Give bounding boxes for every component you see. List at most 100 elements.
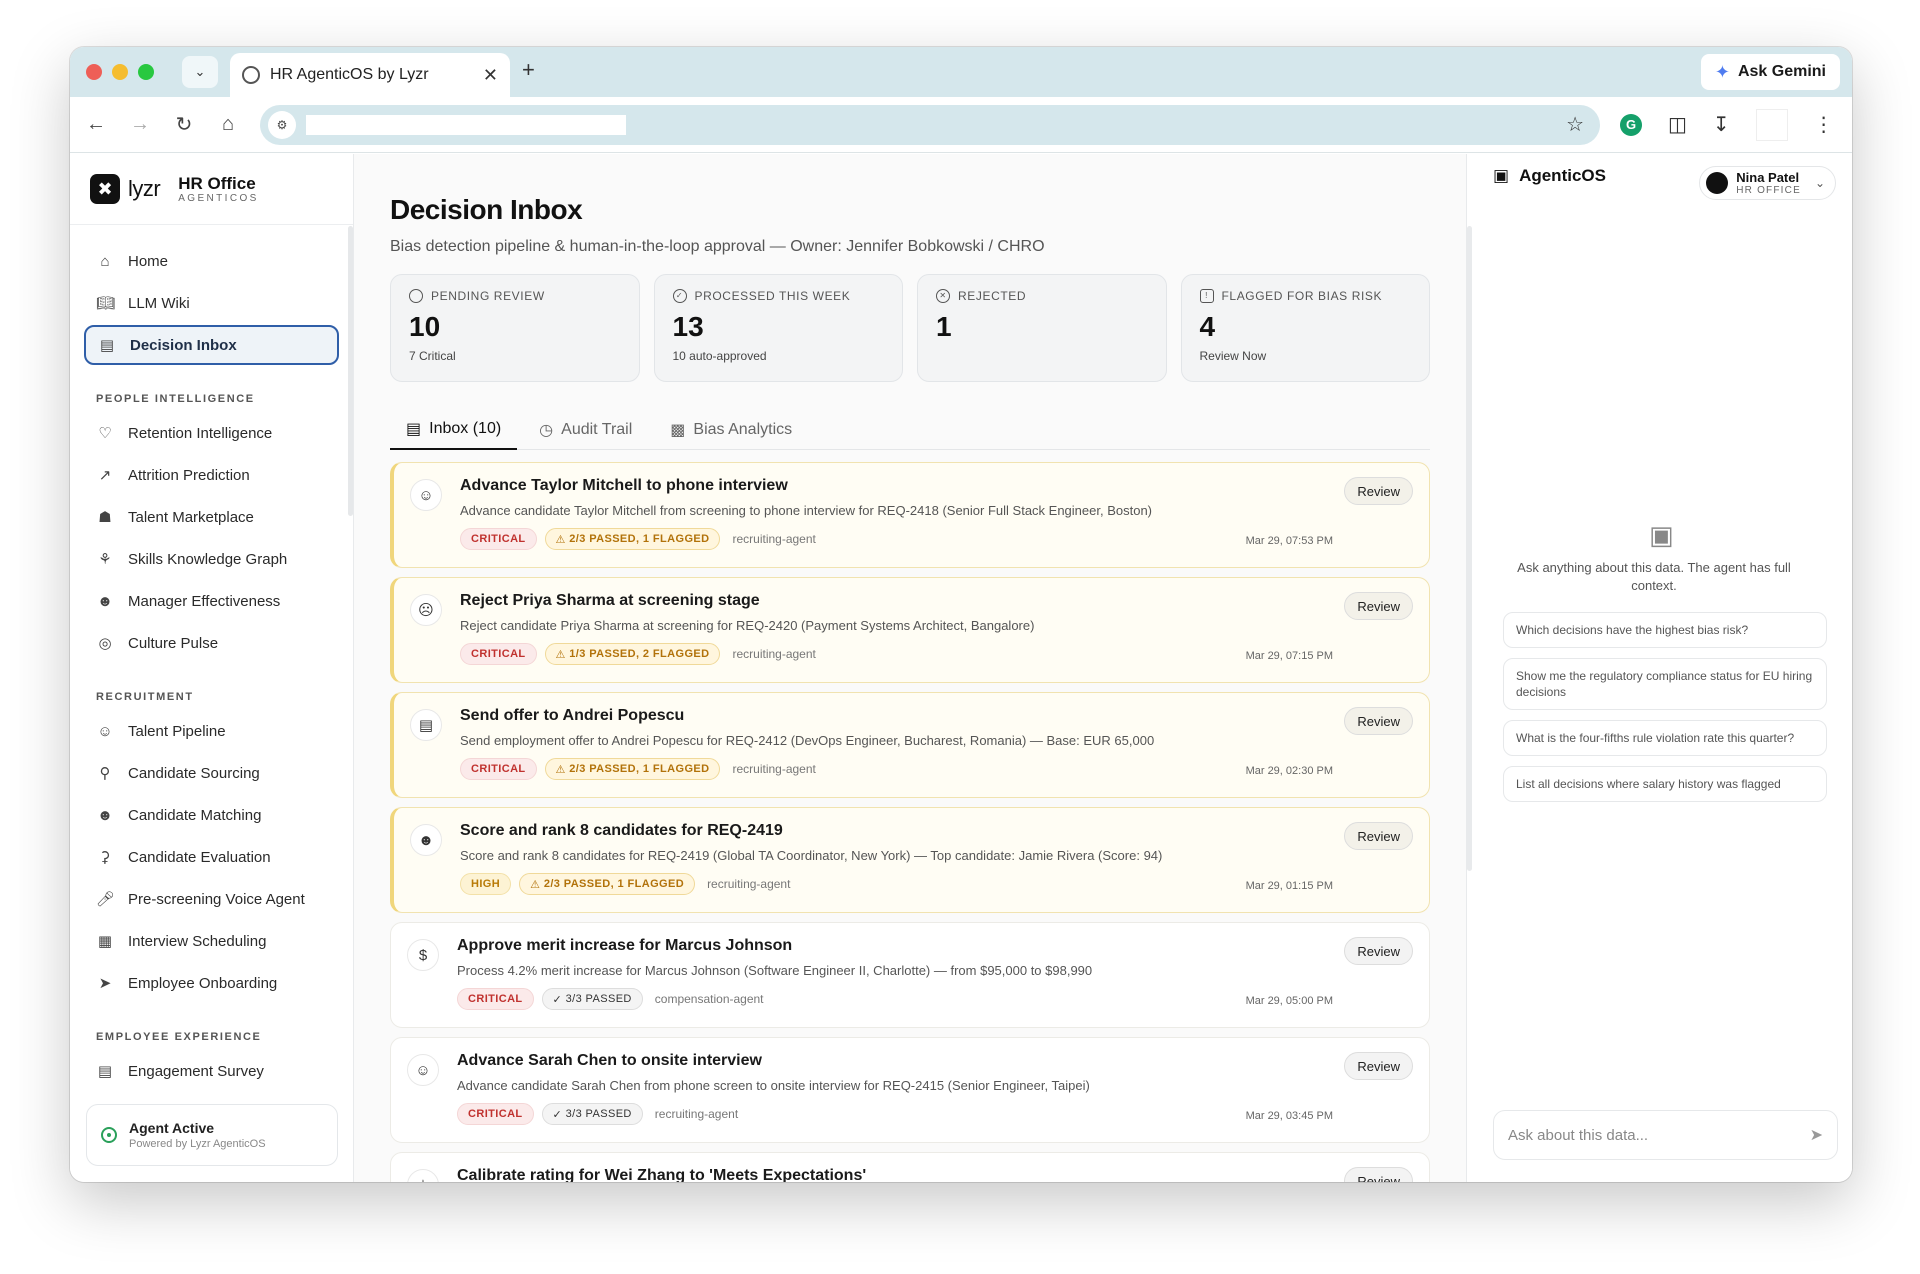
grammarly-icon[interactable]: G	[1620, 113, 1642, 136]
sidebar-item-retention-intelligence[interactable]: ♡ Retention Intelligence	[84, 413, 339, 453]
review-button[interactable]: Review	[1344, 822, 1413, 850]
sidebar-item-label: Talent Marketplace	[128, 508, 254, 526]
sidebar-item-interview-scheduling[interactable]: ▦ Interview Scheduling	[84, 921, 339, 961]
stat-sub: 10 auto-approved	[672, 349, 767, 363]
agent-name: recruiting-agent	[732, 762, 816, 776]
decision-card[interactable]: ☆ Calibrate rating for Wei Zhang to 'Mee…	[390, 1152, 1430, 1182]
stat-card-rejected: ✕ REJECTED 1	[917, 274, 1167, 382]
suggestion-chip[interactable]: Which decisions have the highest bias ri…	[1503, 612, 1827, 648]
review-button[interactable]: Review	[1344, 1167, 1413, 1182]
user-x-icon: ☹	[410, 594, 442, 626]
review-button[interactable]: Review	[1344, 592, 1413, 620]
tab-inbox[interactable]: ▤ Inbox (10)	[390, 410, 518, 450]
review-button[interactable]: Review	[1344, 707, 1413, 735]
brand-logo-text: lyzr	[128, 176, 161, 201]
timestamp: Mar 29, 07:53 PM	[1245, 535, 1333, 547]
review-button[interactable]: Review	[1344, 1052, 1413, 1080]
sidebar-item-candidate-sourcing[interactable]: ⚲ Candidate Sourcing	[84, 753, 339, 793]
sidebar-item-label: Pre-screening Voice Agent	[128, 890, 305, 908]
sidebar-item-label: Attrition Prediction	[128, 466, 250, 484]
tab-label: Bias Analytics	[693, 421, 793, 438]
stat-card-flagged: ! FLAGGED FOR BIAS RISK 4 Review Now	[1180, 274, 1430, 382]
microphone-icon: 🎤︎	[96, 891, 116, 908]
checks-text: 3/3 PASSED	[565, 1108, 632, 1120]
sidebar-item-engagement-survey[interactable]: ▤ Engagement Survey	[84, 1051, 339, 1091]
sidebar-item-llm-wiki[interactable]: 📖︎ LLM Wiki	[84, 283, 339, 323]
suggestion-list: Which decisions have the highest bias ri…	[1503, 612, 1827, 812]
decision-card[interactable]: $ Approve merit increase for Marcus John…	[390, 922, 1430, 1028]
decision-card[interactable]: ☺ Advance Taylor Mitchell to phone inter…	[390, 462, 1430, 568]
decision-title: Calibrate rating for Wei Zhang to 'Meets…	[457, 1167, 867, 1182]
address-bar[interactable]: ⚙ ☆	[260, 104, 1600, 145]
sidebar-item-attrition-prediction[interactable]: ↗ Attrition Prediction	[84, 455, 339, 495]
close-window-button[interactable]	[86, 64, 102, 80]
sidebar-item-candidate-evaluation[interactable]: ⚳ Candidate Evaluation	[84, 837, 339, 877]
minimize-window-button[interactable]	[112, 64, 128, 80]
ask-gemini-label: Ask Gemini	[1737, 63, 1826, 80]
page-title: Decision Inbox	[390, 194, 583, 225]
sidebar-item-label: LLM Wiki	[128, 294, 190, 312]
site-settings-icon[interactable]: ⚙	[268, 110, 296, 139]
timestamp: Mar 29, 07:15 PM	[1245, 650, 1333, 662]
suggestion-chip[interactable]: What is the four-fifths rule violation r…	[1503, 720, 1827, 756]
ask-gemini-button[interactable]: ✦ Ask Gemini	[1700, 54, 1840, 90]
sidebar-item-pre-screening-voice-agent[interactable]: 🎤︎ Pre-screening Voice Agent	[84, 879, 339, 919]
decision-card[interactable]: ☹ Reject Priya Sharma at screening stage…	[390, 577, 1430, 683]
close-tab-icon[interactable]: ✕	[483, 65, 498, 86]
bar-chart-icon: ▩	[670, 422, 686, 439]
panel-resize-handle[interactable]	[1467, 226, 1472, 871]
decision-card[interactable]: ▤ Send offer to Andrei Popescu Send empl…	[390, 692, 1430, 798]
sidebar-item-decision-inbox[interactable]: ▤ Decision Inbox	[84, 325, 339, 365]
sidebar-item-label: Engagement Survey	[128, 1062, 264, 1080]
back-icon[interactable]: ←	[84, 113, 108, 136]
sidebar-item-employee-onboarding[interactable]: ➤ Employee Onboarding	[84, 963, 339, 1003]
sidebar-item-label: Retention Intelligence	[128, 424, 273, 442]
forward-icon[interactable]: →	[128, 113, 152, 136]
maximize-window-button[interactable]	[138, 64, 154, 80]
users-icon: ☺	[97, 722, 113, 740]
new-tab-button[interactable]: +	[522, 57, 535, 83]
sidebar-item-label: Candidate Matching	[128, 806, 262, 824]
decision-card[interactable]: ☻ Score and rank 8 candidates for REQ-24…	[390, 807, 1430, 913]
send-icon[interactable]: ➤	[1810, 1125, 1823, 1145]
bookmark-star-icon[interactable]: ☆	[1566, 112, 1584, 137]
browser-tab[interactable]: HR AgenticOS by Lyzr ✕	[230, 53, 510, 97]
decision-card[interactable]: ☺ Advance Sarah Chen to onsite interview…	[390, 1037, 1430, 1143]
sidebar-item-skills-knowledge-graph[interactable]: ⚘ Skills Knowledge Graph	[84, 539, 339, 579]
bot-icon: ▣	[1493, 166, 1510, 185]
more-menu-icon[interactable]: ⋮	[1814, 112, 1834, 137]
suggestion-chip[interactable]: Show me the regulatory compliance status…	[1503, 658, 1827, 710]
review-button[interactable]: Review	[1344, 477, 1413, 505]
url-field[interactable]	[306, 114, 626, 135]
user-menu[interactable]: Nina Patel HR OFFICE ⌄	[1699, 166, 1836, 200]
tab-search-button[interactable]: ⌄	[182, 56, 218, 88]
tab-bias-analytics[interactable]: ▩ Bias Analytics	[654, 410, 808, 450]
tab-audit-trail[interactable]: ◷ Audit Trail	[523, 410, 648, 450]
sidebar-item-home[interactable]: ⌂ Home	[84, 241, 339, 281]
download-icon[interactable]: ↧	[1713, 112, 1730, 137]
agent-name: recruiting-agent	[732, 532, 816, 546]
stat-value: 10	[409, 311, 441, 342]
sidebar-item-culture-pulse[interactable]: ◎ Culture Pulse	[84, 623, 339, 663]
profile-avatar[interactable]	[1755, 108, 1788, 141]
checks-text: 3/3 PASSED	[565, 993, 632, 1005]
sidebar-item-label: Skills Knowledge Graph	[128, 550, 288, 568]
chevron-down-icon: ⌄	[194, 64, 206, 79]
suggestion-chip[interactable]: List all decisions where salary history …	[1503, 766, 1827, 802]
home-icon[interactable]: ⌂	[216, 113, 240, 136]
sidebar-item-manager-effectiveness[interactable]: ☻ Manager Effectiveness	[84, 581, 339, 621]
sidebar-item-candidate-matching[interactable]: ☻ Candidate Matching	[84, 795, 339, 835]
check-circle-icon: ✓	[552, 1108, 566, 1121]
decision-title: Score and rank 8 candidates for REQ-2419	[460, 822, 783, 839]
reload-icon[interactable]: ↻	[172, 112, 196, 137]
decision-list: ☺ Advance Taylor Mitchell to phone inter…	[390, 462, 1430, 1182]
sidebar-scrollbar[interactable]	[348, 226, 353, 516]
sidebar-item-talent-pipeline[interactable]: ☺ Talent Pipeline	[84, 711, 339, 751]
ask-input[interactable]: Ask about this data... ➤	[1493, 1110, 1838, 1160]
clipboard-icon: ▤	[97, 1063, 113, 1080]
timestamp: Mar 29, 02:30 PM	[1245, 765, 1333, 777]
sidebar-item-talent-marketplace[interactable]: ☗ Talent Marketplace	[84, 497, 339, 537]
review-button[interactable]: Review	[1344, 937, 1413, 965]
stat-label: FLAGGED FOR BIAS RISK	[1221, 289, 1383, 303]
extensions-icon[interactable]: ◫	[1668, 112, 1687, 137]
